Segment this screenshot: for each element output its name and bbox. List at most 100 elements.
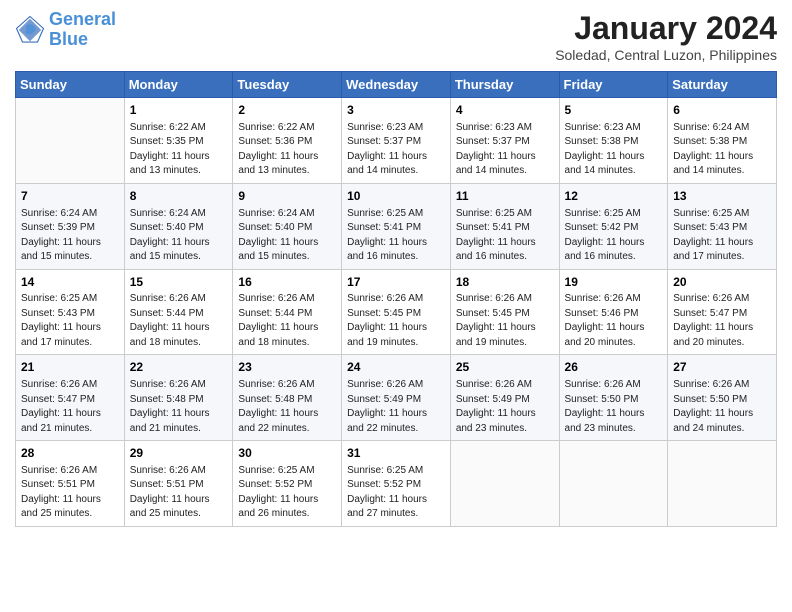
day-number: 17 (347, 274, 445, 291)
cell-content: Sunrise: 6:25 AM Sunset: 5:41 PM Dayligh… (456, 207, 554, 265)
day-number: 29 (130, 445, 228, 462)
day-number: 10 (347, 188, 445, 205)
cell-content: Sunrise: 6:23 AM Sunset: 5:37 PM Dayligh… (347, 121, 445, 179)
cell-content: Sunrise: 6:26 AM Sunset: 5:44 PM Dayligh… (238, 292, 336, 350)
calendar-cell: 27 Sunrise: 6:26 AM Sunset: 5:50 PM Dayli… (668, 355, 777, 441)
logo-text: General Blue (49, 10, 116, 50)
weekday-header-sunday: Sunday (16, 72, 125, 98)
day-number: 2 (238, 102, 336, 119)
weekday-header-wednesday: Wednesday (342, 72, 451, 98)
cell-content: Sunrise: 6:26 AM Sunset: 5:45 PM Dayligh… (456, 292, 554, 350)
cell-content: Sunrise: 6:26 AM Sunset: 5:50 PM Dayligh… (673, 378, 771, 436)
day-number: 22 (130, 359, 228, 376)
cell-content: Sunrise: 6:25 AM Sunset: 5:52 PM Dayligh… (238, 464, 336, 522)
day-number: 12 (565, 188, 663, 205)
day-number: 8 (130, 188, 228, 205)
day-number: 6 (673, 102, 771, 119)
page: General Blue January 2024 Soledad, Centr… (0, 0, 792, 612)
cell-content: Sunrise: 6:26 AM Sunset: 5:46 PM Dayligh… (565, 292, 663, 350)
cell-content: Sunrise: 6:25 AM Sunset: 5:52 PM Dayligh… (347, 464, 445, 522)
calendar-cell (16, 98, 125, 184)
day-number: 3 (347, 102, 445, 119)
calendar-week-3: 14Sunrise: 6:25 AM Sunset: 5:43 PM Dayli… (16, 269, 777, 355)
calendar-cell: 14Sunrise: 6:25 AM Sunset: 5:43 PM Dayli… (16, 269, 125, 355)
calendar-week-1: 1Sunrise: 6:22 AM Sunset: 5:35 PM Daylig… (16, 98, 777, 184)
calendar-cell: 3 Sunrise: 6:23 AM Sunset: 5:37 PM Daylig… (342, 98, 451, 184)
calendar-cell: 26 Sunrise: 6:26 AM Sunset: 5:50 PM Dayli… (559, 355, 668, 441)
calendar-cell: 10 Sunrise: 6:25 AM Sunset: 5:41 PM Dayli… (342, 183, 451, 269)
cell-content: Sunrise: 6:26 AM Sunset: 5:48 PM Dayligh… (130, 378, 228, 436)
day-number: 28 (21, 445, 119, 462)
day-number: 4 (456, 102, 554, 119)
weekday-header-friday: Friday (559, 72, 668, 98)
calendar-cell: 1Sunrise: 6:22 AM Sunset: 5:35 PM Daylig… (124, 98, 233, 184)
day-number: 18 (456, 274, 554, 291)
cell-content: Sunrise: 6:25 AM Sunset: 5:43 PM Dayligh… (673, 207, 771, 265)
cell-content: Sunrise: 6:26 AM Sunset: 5:44 PM Dayligh… (130, 292, 228, 350)
calendar-cell: 15Sunrise: 6:26 AM Sunset: 5:44 PM Dayli… (124, 269, 233, 355)
day-number: 30 (238, 445, 336, 462)
calendar-cell (450, 441, 559, 527)
logo-blue: Blue (49, 29, 88, 49)
cell-content: Sunrise: 6:24 AM Sunset: 5:40 PM Dayligh… (238, 207, 336, 265)
calendar-cell: 7 Sunrise: 6:24 AM Sunset: 5:39 PM Daylig… (16, 183, 125, 269)
calendar-cell: 2 Sunrise: 6:22 AM Sunset: 5:36 PM Daylig… (233, 98, 342, 184)
calendar-cell: 29 Sunrise: 6:26 AM Sunset: 5:51 PM Dayli… (124, 441, 233, 527)
day-number: 27 (673, 359, 771, 376)
calendar-cell: 21Sunrise: 6:26 AM Sunset: 5:47 PM Dayli… (16, 355, 125, 441)
day-number: 31 (347, 445, 445, 462)
calendar-week-5: 28 Sunrise: 6:26 AM Sunset: 5:51 PM Dayli… (16, 441, 777, 527)
calendar-cell: 23Sunrise: 6:26 AM Sunset: 5:48 PM Dayli… (233, 355, 342, 441)
main-title: January 2024 (555, 10, 777, 47)
calendar-cell: 9 Sunrise: 6:24 AM Sunset: 5:40 PM Daylig… (233, 183, 342, 269)
header: General Blue January 2024 Soledad, Centr… (15, 10, 777, 63)
cell-content: Sunrise: 6:22 AM Sunset: 5:36 PM Dayligh… (238, 121, 336, 179)
calendar-cell: 24Sunrise: 6:26 AM Sunset: 5:49 PM Dayli… (342, 355, 451, 441)
calendar-cell: 20Sunrise: 6:26 AM Sunset: 5:47 PM Dayli… (668, 269, 777, 355)
calendar-cell: 8 Sunrise: 6:24 AM Sunset: 5:40 PM Daylig… (124, 183, 233, 269)
cell-content: Sunrise: 6:26 AM Sunset: 5:47 PM Dayligh… (673, 292, 771, 350)
day-number: 9 (238, 188, 336, 205)
calendar-cell: 12 Sunrise: 6:25 AM Sunset: 5:42 PM Dayli… (559, 183, 668, 269)
day-number: 14 (21, 274, 119, 291)
calendar-cell: 11 Sunrise: 6:25 AM Sunset: 5:41 PM Dayli… (450, 183, 559, 269)
calendar-cell: 13 Sunrise: 6:25 AM Sunset: 5:43 PM Dayli… (668, 183, 777, 269)
calendar-cell: 30 Sunrise: 6:25 AM Sunset: 5:52 PM Dayli… (233, 441, 342, 527)
calendar-header-row: SundayMondayTuesdayWednesdayThursdayFrid… (16, 72, 777, 98)
cell-content: Sunrise: 6:26 AM Sunset: 5:48 PM Dayligh… (238, 378, 336, 436)
cell-content: Sunrise: 6:23 AM Sunset: 5:38 PM Dayligh… (565, 121, 663, 179)
cell-content: Sunrise: 6:26 AM Sunset: 5:50 PM Dayligh… (565, 378, 663, 436)
calendar-cell: 17Sunrise: 6:26 AM Sunset: 5:45 PM Dayli… (342, 269, 451, 355)
day-number: 19 (565, 274, 663, 291)
weekday-header-saturday: Saturday (668, 72, 777, 98)
day-number: 5 (565, 102, 663, 119)
cell-content: Sunrise: 6:26 AM Sunset: 5:51 PM Dayligh… (130, 464, 228, 522)
calendar-cell: 22 Sunrise: 6:26 AM Sunset: 5:48 PM Dayli… (124, 355, 233, 441)
day-number: 16 (238, 274, 336, 291)
calendar-cell: 31 Sunrise: 6:25 AM Sunset: 5:52 PM Dayli… (342, 441, 451, 527)
day-number: 11 (456, 188, 554, 205)
cell-content: Sunrise: 6:24 AM Sunset: 5:40 PM Dayligh… (130, 207, 228, 265)
cell-content: Sunrise: 6:25 AM Sunset: 5:42 PM Dayligh… (565, 207, 663, 265)
day-number: 15 (130, 274, 228, 291)
cell-content: Sunrise: 6:24 AM Sunset: 5:39 PM Dayligh… (21, 207, 119, 265)
logo: General Blue (15, 10, 116, 50)
cell-content: Sunrise: 6:22 AM Sunset: 5:35 PM Dayligh… (130, 121, 228, 179)
cell-content: Sunrise: 6:26 AM Sunset: 5:49 PM Dayligh… (456, 378, 554, 436)
cell-content: Sunrise: 6:26 AM Sunset: 5:47 PM Dayligh… (21, 378, 119, 436)
day-number: 26 (565, 359, 663, 376)
calendar-week-4: 21Sunrise: 6:26 AM Sunset: 5:47 PM Dayli… (16, 355, 777, 441)
calendar-cell: 16Sunrise: 6:26 AM Sunset: 5:44 PM Dayli… (233, 269, 342, 355)
title-block: January 2024 Soledad, Central Luzon, Phi… (555, 10, 777, 63)
day-number: 13 (673, 188, 771, 205)
weekday-header-thursday: Thursday (450, 72, 559, 98)
day-number: 25 (456, 359, 554, 376)
cell-content: Sunrise: 6:25 AM Sunset: 5:41 PM Dayligh… (347, 207, 445, 265)
logo-general: General (49, 9, 116, 29)
calendar-cell (668, 441, 777, 527)
calendar-cell: 28Sunrise: 6:26 AM Sunset: 5:51 PM Dayli… (16, 441, 125, 527)
subtitle: Soledad, Central Luzon, Philippines (555, 47, 777, 63)
day-number: 7 (21, 188, 119, 205)
calendar-cell (559, 441, 668, 527)
calendar-cell: 4Sunrise: 6:23 AM Sunset: 5:37 PM Daylig… (450, 98, 559, 184)
